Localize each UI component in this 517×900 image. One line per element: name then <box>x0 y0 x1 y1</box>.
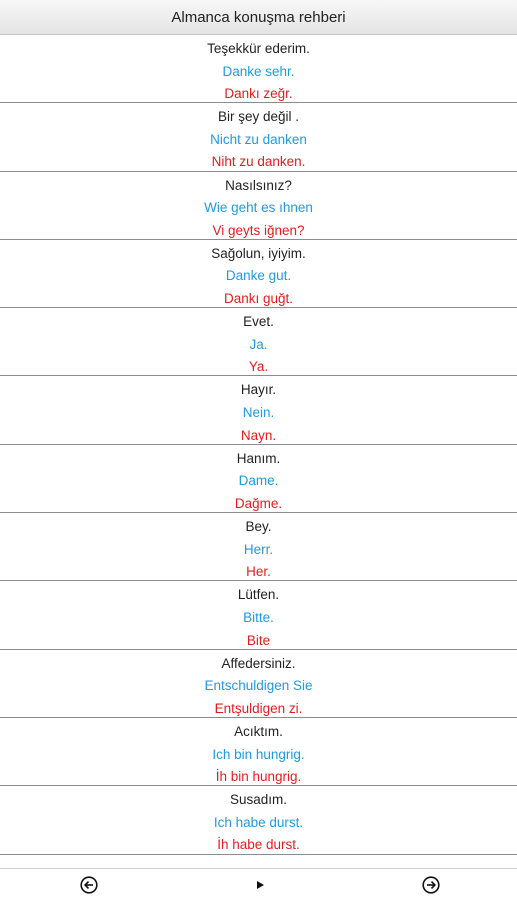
app-screen: Almanca konuşma rehberi Teşekkür ederim.… <box>0 0 517 900</box>
pronunciation: Dankı zeğr. <box>224 86 293 102</box>
german-phrase: Bitte. <box>243 609 274 625</box>
turkish-phrase: Acıktım. <box>234 723 283 739</box>
page-title: Almanca konuşma rehberi <box>171 8 346 26</box>
circled-arrow-right-icon <box>422 876 440 894</box>
pronunciation: Vi geyts iğnen? <box>212 222 305 238</box>
pronunciation: Bite <box>246 632 271 648</box>
german-phrase: Nicht zu danken <box>210 131 307 147</box>
list-item[interactable]: Affedersiniz. Entschuldigen Sie Entşuldi… <box>0 650 517 718</box>
list-item[interactable]: Hanım. Dame. Dağme. <box>0 445 517 514</box>
list-item[interactable]: Bey. Herr. Her. <box>0 513 517 582</box>
turkish-phrase: Bey. <box>245 519 272 535</box>
german-phrase: Ich habe durst. <box>213 814 304 830</box>
turkish-phrase: Hayır. <box>240 382 277 398</box>
play-button[interactable] <box>250 875 270 895</box>
turkish-phrase: Lütfen. <box>237 587 280 603</box>
list-item[interactable]: Lütfen. Bitte. Bite <box>0 581 517 650</box>
turkish-phrase: Teşekkür ederim. <box>207 41 310 56</box>
german-phrase: Danke gut. <box>225 268 292 284</box>
list-item[interactable]: Bir şey değil . Nicht zu danken Niht zu … <box>0 103 517 172</box>
pronunciation: İh habe durst. <box>217 837 300 853</box>
list-item[interactable]: Teşekkür ederim. Danke sehr. Dankı zeğr. <box>0 35 517 104</box>
previous-button[interactable] <box>79 875 99 895</box>
pronunciation: Entşuldigen zi. <box>214 700 303 716</box>
pronunciation: Her. <box>246 564 271 580</box>
turkish-phrase: Hanım. <box>236 450 281 466</box>
turkish-phrase: Bir şey değil . <box>217 109 300 125</box>
pronunciation: Ya. <box>248 359 269 375</box>
pronunciation: Nayn. <box>240 427 277 443</box>
german-phrase: Dame. <box>238 473 279 489</box>
german-phrase: Nein. <box>242 405 275 421</box>
pronunciation: Dağme. <box>234 495 283 511</box>
pronunciation: İh bin hungrig. <box>215 769 302 785</box>
german-phrase: Danke sehr. <box>222 63 295 79</box>
circled-arrow-left-icon <box>80 876 98 894</box>
pronunciation: Dankı guğt. <box>223 291 294 307</box>
turkish-phrase: Susadım. <box>229 792 288 808</box>
turkish-phrase: Sağolun, iyiyim. <box>211 245 306 261</box>
title-bar: Almanca konuşma rehberi <box>0 0 517 35</box>
list-item[interactable]: Hayır. Nein. Nayn. <box>0 376 517 445</box>
turkish-phrase: Evet. <box>243 314 274 330</box>
german-phrase: Entschuldigen Sie <box>204 678 313 694</box>
list-item[interactable]: Sağolun, iyiyim. Danke gut. Dankı guğt. <box>0 240 517 309</box>
german-phrase: Herr. <box>243 541 274 557</box>
next-button[interactable] <box>421 875 441 895</box>
turkish-phrase: Affedersiniz. <box>221 655 296 671</box>
pronunciation: Niht zu danken. <box>211 154 306 170</box>
list-item[interactable]: Evet. Ja. Ya. <box>0 308 517 377</box>
playback-controls <box>0 868 517 900</box>
german-phrase: Wie geht es ıhnen <box>204 200 313 216</box>
list-item[interactable]: Acıktım. Ich bin hungrig. İh bin hungrig… <box>0 718 517 787</box>
german-phrase: Ja. <box>249 336 268 352</box>
turkish-phrase: Nasılsınız? <box>225 177 292 193</box>
list-item[interactable]: Nasılsınız? Wie geht es ıhnen Vi geyts i… <box>0 172 517 240</box>
german-phrase: Ich bin hungrig. <box>212 746 305 762</box>
list-item[interactable]: Susadım. Ich habe durst. İh habe durst. <box>0 786 517 855</box>
phrase-list[interactable]: Teşekkür ederim. Danke sehr. Dankı zeğr.… <box>0 35 517 867</box>
play-icon <box>257 881 264 889</box>
